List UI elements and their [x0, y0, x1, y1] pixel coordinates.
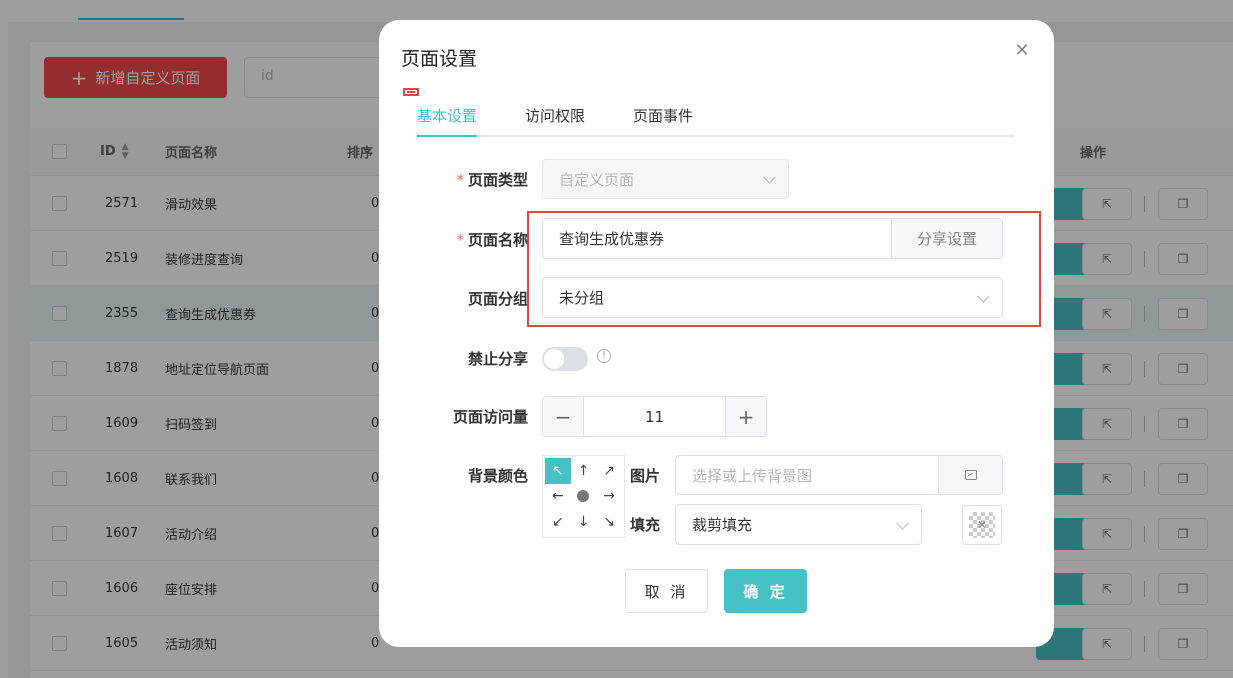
chevron-down-icon [896, 516, 909, 530]
transparent-color-icon [969, 512, 995, 538]
center-dot-icon[interactable] [571, 484, 597, 510]
color-picker-button[interactable] [962, 505, 1002, 545]
arrow-right-icon[interactable]: → [596, 484, 622, 510]
background-color-label: 背景颜色 [467, 467, 528, 485]
page-type-select: 自定义页面 [542, 159, 789, 199]
disable-share-toggle[interactable] [542, 347, 588, 371]
arrow-up-left-icon[interactable]: ↖ [545, 458, 571, 484]
arrow-down-right-icon[interactable]: ↘ [596, 509, 622, 535]
page-settings-dialog: 页面设置 ✕ 基本设置 访问权限 页面事件 [379, 20, 1054, 647]
page-visits-label: 页面访问量 [452, 408, 528, 426]
highlight-annotation-box [527, 211, 1041, 327]
fill-mode-value: 裁剪填充 [692, 516, 753, 534]
fill-mode-select[interactable]: 裁剪填充 [675, 504, 922, 545]
image-upload-button[interactable] [938, 456, 1002, 494]
toggle-knob [544, 349, 564, 369]
tab-access-permissions[interactable]: 访问权限 [525, 105, 585, 137]
fill-label: 填充 [630, 516, 661, 534]
confirm-button[interactable]: 确 定 [724, 569, 807, 613]
image-label: 图片 [630, 467, 661, 485]
tab-basic-settings[interactable]: 基本设置 [417, 105, 478, 137]
background-position-grid: ↖ ↑ ↗ ← → ↙ ↓ ↘ [542, 455, 625, 538]
arrow-down-icon[interactable]: ↓ [571, 509, 597, 535]
tab-page-events[interactable]: 页面事件 [633, 105, 693, 137]
minimize-marker-icon [403, 88, 419, 96]
disable-share-label: 禁止分享 [467, 350, 528, 368]
page-name-label: * 页面名称 [456, 231, 528, 249]
background-image-input[interactable]: 选择或上传背景图 [676, 456, 938, 494]
dialog-title: 页面设置 [401, 48, 478, 70]
info-icon[interactable]: ! [597, 349, 611, 363]
page-group-label: 页面分组 [467, 290, 528, 308]
page-visits-stepper: − 11 + [542, 396, 767, 437]
image-icon [964, 470, 977, 480]
plus-icon[interactable]: + [725, 397, 766, 436]
arrow-up-right-icon[interactable]: ↗ [596, 458, 622, 484]
settings-tabs: 基本设置 访问权限 页面事件 [417, 102, 1014, 137]
page-visits-value[interactable]: 11 [584, 397, 725, 436]
page-type-value: 自定义页面 [559, 170, 635, 189]
page-type-label: * 页面类型 [456, 171, 528, 189]
minus-icon[interactable]: − [543, 397, 584, 436]
cancel-button[interactable]: 取 消 [625, 569, 708, 613]
arrow-left-icon[interactable]: ← [545, 484, 571, 510]
chevron-down-icon [763, 170, 776, 184]
arrow-down-left-icon[interactable]: ↙ [545, 509, 571, 535]
arrow-up-icon[interactable]: ↑ [571, 458, 597, 484]
close-icon[interactable]: ✕ [1013, 42, 1031, 60]
background-image-input-group: 选择或上传背景图 [675, 455, 1003, 495]
